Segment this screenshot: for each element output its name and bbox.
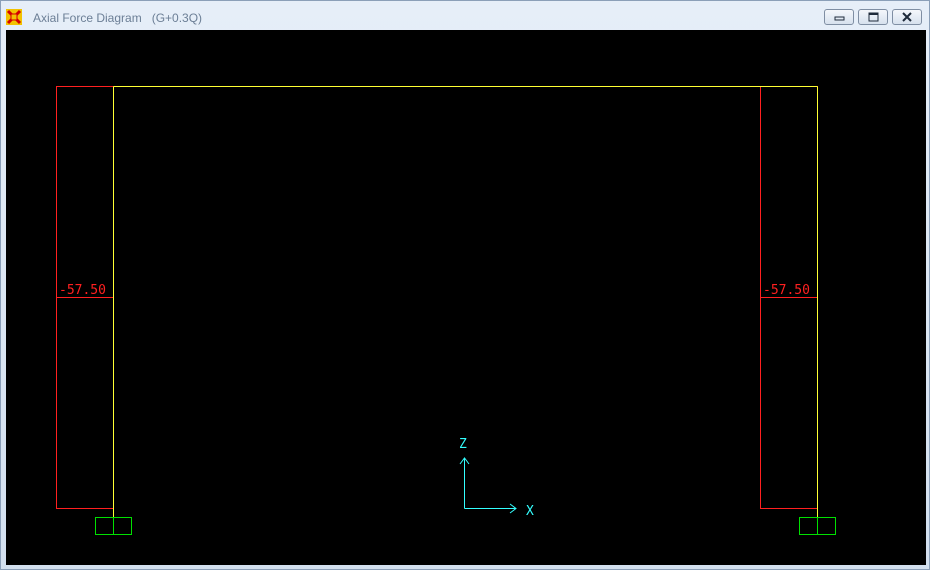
close-icon bbox=[902, 12, 912, 22]
right-column-value: -57.50 bbox=[763, 283, 810, 298]
axial-force-diagram: -57.50 -57.50 Z X bbox=[56, 86, 836, 535]
restore-button[interactable] bbox=[858, 9, 888, 25]
close-button[interactable] bbox=[892, 9, 922, 25]
global-axes-icon bbox=[459, 457, 517, 514]
axis-x-label: X bbox=[526, 504, 534, 519]
left-column-value: -57.50 bbox=[59, 283, 106, 298]
load-combination-label: (G+0.3Q) bbox=[151, 11, 203, 25]
minimize-icon bbox=[834, 16, 845, 21]
right-support[interactable] bbox=[799, 517, 836, 535]
restore-icon bbox=[868, 12, 879, 22]
window-title-text: Axial Force Diagram bbox=[33, 11, 142, 25]
axis-z-label: Z bbox=[459, 437, 467, 452]
diagram-window: Axial Force Diagram (G+0.3Q) -57.50 -57.… bbox=[0, 0, 930, 570]
left-support[interactable] bbox=[95, 517, 132, 535]
app-icon[interactable] bbox=[6, 9, 22, 25]
title-bar[interactable]: Axial Force Diagram (G+0.3Q) bbox=[1, 1, 929, 29]
minimize-button[interactable] bbox=[824, 9, 854, 25]
diagram-canvas[interactable]: -57.50 -57.50 Z X bbox=[6, 30, 926, 565]
window-title: Axial Force Diagram (G+0.3Q) bbox=[33, 11, 202, 25]
